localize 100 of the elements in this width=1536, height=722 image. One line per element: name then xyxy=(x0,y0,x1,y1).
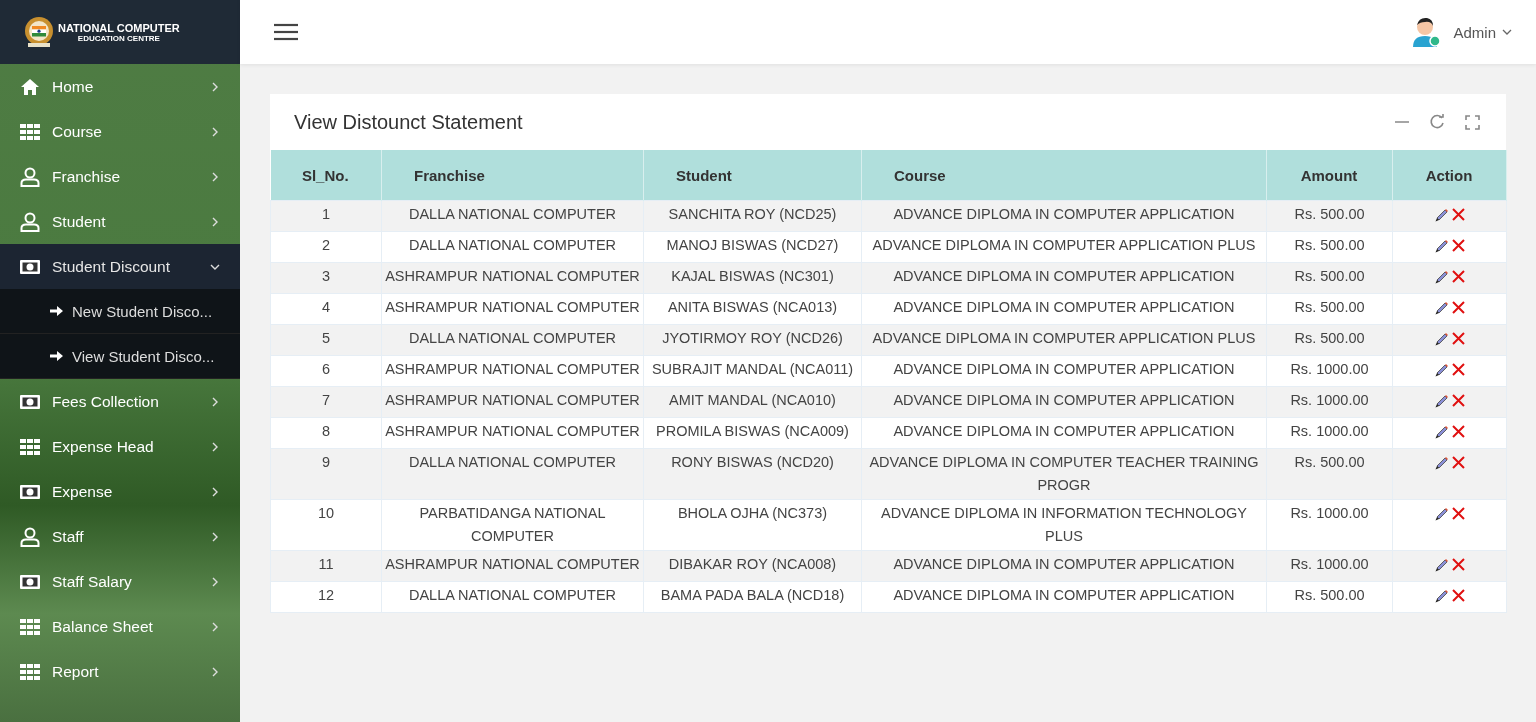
delete-button[interactable] xyxy=(1451,270,1465,284)
menu-button[interactable] xyxy=(274,23,298,41)
sidebar-item[interactable]: Expense xyxy=(0,469,240,514)
pencil-icon xyxy=(1434,456,1449,470)
delete-button[interactable] xyxy=(1451,589,1465,603)
cross-icon xyxy=(1451,589,1465,602)
edit-button[interactable] xyxy=(1434,239,1449,253)
card-title: View Distounct Statement xyxy=(294,110,523,134)
table-cell: PARBATIDANGA NATIONAL COMPUTER xyxy=(381,499,644,551)
table-cell: Rs. 1000.00 xyxy=(1266,550,1393,582)
column-header: Action xyxy=(1392,150,1507,201)
table-cell: Rs. 500.00 xyxy=(1266,448,1393,500)
refresh-button[interactable] xyxy=(1429,114,1445,130)
pencil-icon xyxy=(1434,208,1449,222)
cross-icon xyxy=(1451,456,1465,469)
user-icon xyxy=(20,526,40,547)
edit-button[interactable] xyxy=(1434,208,1449,222)
submenu-item[interactable]: View Student Disco... xyxy=(0,334,240,379)
edit-button[interactable] xyxy=(1434,394,1449,408)
table-cell: Rs. 1000.00 xyxy=(1266,417,1393,449)
sidebar-item[interactable]: Student xyxy=(0,199,240,244)
edit-button[interactable] xyxy=(1434,301,1449,315)
table-cell: PROMILA BISWAS (NCA009) xyxy=(643,417,862,449)
sidebar-item[interactable]: Franchise xyxy=(0,154,240,199)
pencil-icon xyxy=(1434,589,1449,603)
delete-button[interactable] xyxy=(1451,558,1465,572)
sidebar-item[interactable]: Expense Head xyxy=(0,424,240,469)
delete-button[interactable] xyxy=(1451,394,1465,408)
cross-icon xyxy=(1451,208,1465,221)
pencil-icon xyxy=(1434,239,1449,253)
edit-button[interactable] xyxy=(1434,589,1449,603)
sidebar-item[interactable]: Student Discount xyxy=(0,244,240,289)
chevron-right-icon xyxy=(210,666,220,677)
table-cell: JYOTIRMOY ROY (NCD26) xyxy=(643,324,862,356)
table-cell: ADVANCE DIPLOMA IN COMPUTER APPLICATION xyxy=(861,293,1267,325)
table-cell: ADVANCE DIPLOMA IN COMPUTER APPLICATION xyxy=(861,417,1267,449)
delete-button[interactable] xyxy=(1451,363,1465,377)
sidebar-item[interactable]: Course xyxy=(0,109,240,154)
edit-button[interactable] xyxy=(1434,558,1449,572)
delete-button[interactable] xyxy=(1451,239,1465,253)
chevron-down-icon xyxy=(1502,28,1512,36)
pencil-icon xyxy=(1434,332,1449,346)
sidebar-item[interactable]: Report xyxy=(0,649,240,694)
user-menu[interactable]: Admin xyxy=(1411,16,1512,48)
fullscreen-button[interactable] xyxy=(1465,114,1480,130)
table-cell: 11 xyxy=(270,550,382,582)
banknote-icon xyxy=(20,394,40,409)
table-cell: Rs. 1000.00 xyxy=(1266,499,1393,551)
delete-button[interactable] xyxy=(1451,425,1465,439)
table-cell: 4 xyxy=(270,293,382,325)
pencil-icon xyxy=(1434,270,1449,284)
table-cell: ASHRAMPUR NATIONAL COMPUTER xyxy=(381,417,644,449)
table-cell: BHOLA OJHA (NC373) xyxy=(643,499,862,551)
edit-button[interactable] xyxy=(1434,425,1449,439)
delete-button[interactable] xyxy=(1451,456,1465,470)
edit-button[interactable] xyxy=(1434,363,1449,377)
sidebar-item[interactable]: Staff xyxy=(0,514,240,559)
cross-icon xyxy=(1451,394,1465,407)
sidebar-item[interactable]: Fees Collection xyxy=(0,379,240,424)
edit-button[interactable] xyxy=(1434,270,1449,284)
table-cell: Rs. 500.00 xyxy=(1266,581,1393,613)
column-header: Sl_No. xyxy=(270,150,382,201)
grid-icon xyxy=(20,663,40,680)
delete-button[interactable] xyxy=(1451,301,1465,315)
table-cell: ADVANCE DIPLOMA IN COMPUTER APPLICATION xyxy=(861,386,1267,418)
table-cell: ASHRAMPUR NATIONAL COMPUTER xyxy=(381,355,644,387)
table-cell: 1 xyxy=(270,200,382,232)
sidebar-item[interactable]: Balance Sheet xyxy=(0,604,240,649)
edit-button[interactable] xyxy=(1434,507,1449,521)
delete-button[interactable] xyxy=(1451,507,1465,521)
submenu-item[interactable]: New Student Disco... xyxy=(0,289,240,334)
chevron-right-icon xyxy=(210,216,220,227)
column-header: Franchise xyxy=(381,150,644,201)
chevron-right-icon xyxy=(210,81,220,92)
grid-icon xyxy=(20,438,40,455)
arrow-right-icon xyxy=(50,305,64,317)
sidebar-item[interactable]: Home xyxy=(0,64,240,109)
brand-title: NATIONAL COMPUTER xyxy=(58,21,180,34)
table-cell: Rs. 500.00 xyxy=(1266,231,1393,263)
chevron-right-icon xyxy=(210,486,220,497)
table-cell: 7 xyxy=(270,386,382,418)
pencil-icon xyxy=(1434,558,1449,572)
table-cell: 10 xyxy=(270,499,382,551)
pencil-icon xyxy=(1434,507,1449,521)
delete-button[interactable] xyxy=(1451,208,1465,222)
table-cell: ADVANCE DIPLOMA IN COMPUTER APPLICATION xyxy=(861,550,1267,582)
sidebar-item[interactable]: Staff Salary xyxy=(0,559,240,604)
table-cell: ASHRAMPUR NATIONAL COMPUTER xyxy=(381,550,644,582)
user-icon xyxy=(20,166,40,187)
cross-icon xyxy=(1451,270,1465,283)
table-cell: ANITA BISWAS (NCA013) xyxy=(643,293,862,325)
table-cell: SANCHITA ROY (NCD25) xyxy=(643,200,862,232)
edit-button[interactable] xyxy=(1434,332,1449,346)
table-cell: DALLA NATIONAL COMPUTER xyxy=(381,324,644,356)
edit-button[interactable] xyxy=(1434,456,1449,470)
cross-icon xyxy=(1451,301,1465,314)
delete-button[interactable] xyxy=(1451,332,1465,346)
table-cell: 3 xyxy=(270,262,382,294)
table-cell: DALLA NATIONAL COMPUTER xyxy=(381,200,644,232)
table-cell: BAMA PADA BALA (NCD18) xyxy=(643,581,862,613)
